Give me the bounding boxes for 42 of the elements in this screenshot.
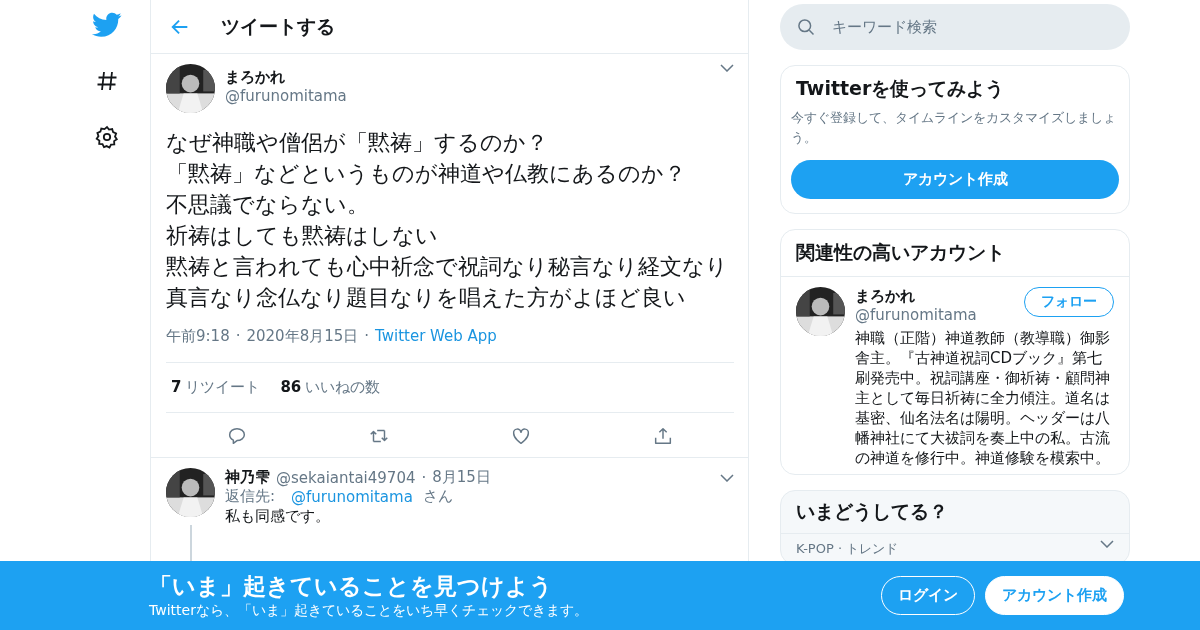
bird-logo-icon[interactable] (92, 10, 122, 40)
stat-link[interactable]: 7 リツイート (171, 378, 261, 397)
card-title: いまどうしてる？ (795, 499, 949, 524)
chevron-down-icon[interactable] (1100, 540, 1114, 548)
card-title: Twitterを使ってみよう (795, 76, 1006, 101)
heart-icon[interactable] (510, 425, 532, 447)
chevron-down-icon[interactable] (720, 64, 734, 72)
card-title: 関連性の高いアカウント (781, 230, 1129, 277)
search-field[interactable]: キーワード検索 (780, 4, 1130, 50)
separator-dot: · (421, 468, 427, 487)
separator-dot: · (364, 327, 370, 346)
stat-link[interactable]: 86 いいねの数 (280, 378, 381, 397)
source-link[interactable]: Twitter Web App (375, 327, 497, 346)
share-icon[interactable] (652, 425, 674, 447)
signup-button[interactable]: アカウント作成 (985, 576, 1124, 615)
tweet-time: 午前9:18 (166, 327, 230, 346)
reply-date: 8月15日 (432, 468, 491, 487)
reply-text: 私も同感です。 (225, 506, 331, 527)
tweet-text: なぜ神職や僧侶が「黙祷」するのか？ 「黙祷」などというものが神道や仏教にあるのか？ 不思議でならない。 祈祷はしても黙祷はしない 黙祷と言われても心中祈念で祝詞なり秘言なり経文なり真言なり念仏なり題目なりを唱えた方がよほど良い (166, 129, 729, 312)
account-handle[interactable]: @furunomitama (855, 306, 1014, 324)
tweet-date: 2020年8月15日 (246, 327, 359, 346)
trend-context[interactable]: K-POP · トレンド (796, 540, 899, 558)
reply-author-handle[interactable]: @sekaiantai49704 (276, 468, 416, 487)
follow-button[interactable]: フォロー (1024, 287, 1114, 317)
account-name[interactable]: まろかれ (855, 287, 1014, 306)
chevron-down-icon[interactable] (720, 473, 734, 482)
banner-title: 「いま」起きていることを見つけよう (149, 572, 554, 601)
account-bio: 神職（正階）神道教師（教導職）御影舎主。『古神道祝詞CDブック』第七刷発売中。祝詞講座・御祈祷・顧問神主として毎日祈祷に全力傾注。道名は基密、仙名法名は陽明。ヘッダーは八幡神社にて大祓詞を奏上中の私。古流の神道を修行中。神道修験を模索中。 (855, 328, 1111, 468)
create-account-button[interactable]: アカウント作成 (791, 160, 1119, 199)
mention-link[interactable]: @furunomitama (291, 487, 413, 506)
search-icon (796, 17, 816, 37)
separator-dot: · (235, 327, 241, 346)
reply-to-suffix: さん (422, 487, 453, 506)
search-input[interactable]: キーワード検索 (830, 17, 1028, 37)
page-title: ツイートする (221, 13, 335, 39)
reply-author-name[interactable]: 神乃雫 (225, 468, 270, 487)
banner-subtitle: Twitterなら、「いま」起きていることをいち早くチェックできます。 (149, 602, 589, 620)
card-text: 今すぐ登録して、タイムラインをカスタマイズしましょう。 (791, 109, 1117, 147)
author-handle[interactable]: @furunomitama (225, 87, 710, 105)
author-name[interactable]: まろかれ (225, 68, 710, 87)
reply-to-label: 返信先: (225, 487, 276, 506)
speech-bubble-icon[interactable] (226, 425, 248, 447)
